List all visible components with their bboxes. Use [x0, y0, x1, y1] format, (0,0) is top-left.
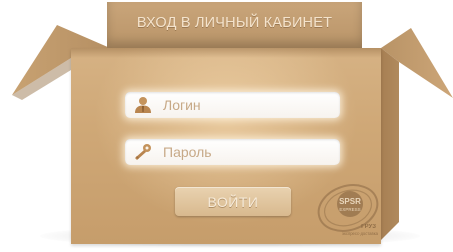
logo-brand: SPSR: [339, 197, 361, 206]
login-input[interactable]: [163, 97, 333, 113]
login-field: [125, 92, 340, 118]
logo-sub: EXPRESS: [339, 207, 360, 212]
password-input[interactable]: [163, 144, 333, 160]
logo-tagline-1: ГРУЗ: [361, 224, 376, 230]
login-scene: ВХОД В ЛИЧНЫЙ КАБИНЕТ ВОЙТИ S: [0, 0, 453, 252]
user-icon: [132, 94, 154, 116]
key-icon: [132, 141, 154, 163]
box-front-shade: [71, 48, 381, 58]
spsr-express-logo: SPSR EXPRESS ГРУЗ экспресс-доставка: [317, 184, 379, 236]
page-title: ВХОД В ЛИЧНЫЙ КАБИНЕТ: [136, 15, 333, 31]
login-button[interactable]: ВОЙТИ: [175, 187, 291, 216]
password-field: [125, 139, 340, 165]
box-back-flap: ВХОД В ЛИЧНЫЙ КАБИНЕТ: [107, 2, 362, 48]
logo-tagline-2: экспресс-доставка: [342, 231, 379, 236]
